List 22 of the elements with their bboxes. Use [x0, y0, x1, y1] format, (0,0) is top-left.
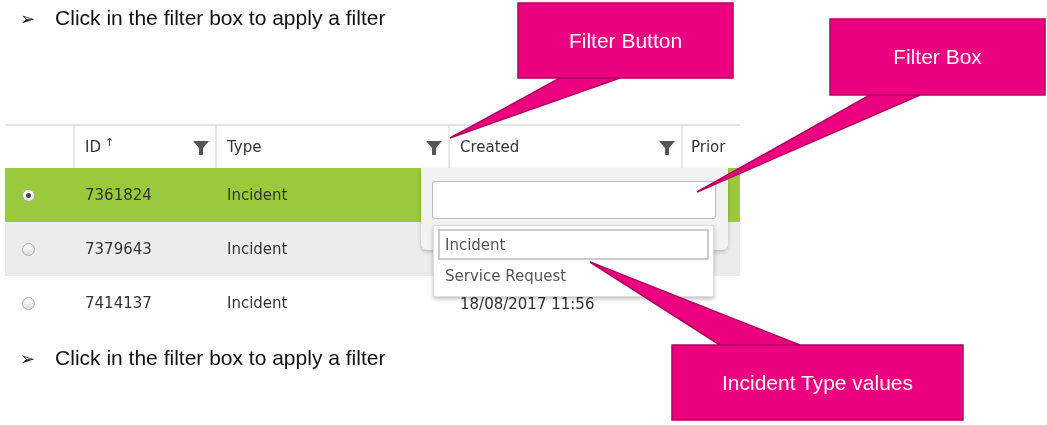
- filter-option[interactable]: Incident: [438, 229, 709, 260]
- filter-input[interactable]: [432, 181, 716, 219]
- table-cell: 7361824: [85, 186, 152, 204]
- callout-label: Filter Button: [568, 28, 683, 53]
- table-cell: 18/08/2017 11:56: [460, 295, 595, 313]
- radio-button[interactable]: [22, 296, 35, 310]
- table-cell: Incident: [227, 186, 288, 204]
- callout-label: Incident Type values: [721, 370, 914, 395]
- table-cell: Incident: [227, 294, 288, 312]
- filter-icon[interactable]: [193, 140, 209, 156]
- callout-label: Filter Box: [893, 45, 982, 69]
- column-header[interactable]: Prior: [683, 126, 740, 168]
- bullet-arrow: ➢: [20, 347, 36, 369]
- bullet-arrow: ➢: [20, 7, 36, 29]
- table-cell: 7414137: [85, 294, 152, 312]
- instruction-text: Click in the filter box to apply a filter: [55, 346, 386, 370]
- instruction-text: Click in the filter box to apply a filter: [55, 6, 386, 30]
- radio-button[interactable]: [22, 188, 35, 202]
- table-cell: Incident: [227, 240, 288, 258]
- table-cell: 7379643: [85, 240, 152, 258]
- radio-button[interactable]: [22, 242, 35, 256]
- filter-icon[interactable]: [426, 140, 442, 156]
